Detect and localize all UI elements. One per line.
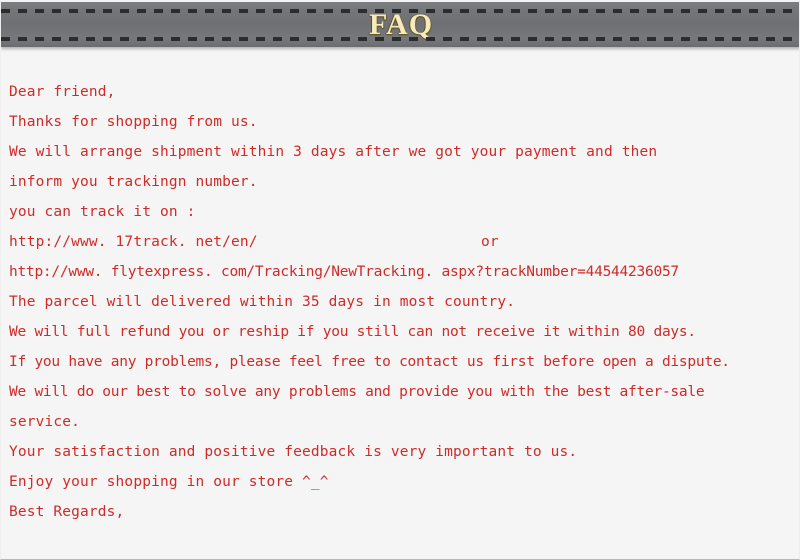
faq-line-text: If you have any problems, please feel fr… — [9, 354, 730, 370]
faq-line-text: Dear friend, — [9, 84, 116, 100]
faq-line-text: service. — [9, 414, 81, 430]
faq-text-line: service. — [9, 407, 799, 437]
faq-text-line: http://www. 17track. net/en/or — [9, 227, 799, 257]
faq-line-text: http://www. flytexpress. com/Tracking/Ne… — [9, 264, 679, 280]
faq-text-line: The parcel will delivered within 35 days… — [9, 287, 799, 317]
faq-text-line: If you have any problems, please feel fr… — [9, 347, 799, 377]
faq-line-text: We will do our best to solve any problem… — [9, 384, 705, 400]
faq-text-line: Your satisfaction and positive feedback … — [9, 437, 799, 467]
faq-line-text: Enjoy your shopping in our store ^_^ — [9, 474, 329, 490]
page-title: FAQ — [368, 8, 434, 41]
faq-line-text: The parcel will delivered within 35 days… — [9, 294, 516, 310]
faq-text-line: Thanks for shopping from us. — [9, 107, 799, 137]
faq-text-line: http://www. flytexpress. com/Tracking/Ne… — [9, 257, 799, 287]
faq-text-line: Dear friend, — [9, 77, 799, 107]
faq-line-text: Your satisfaction and positive feedback … — [9, 444, 578, 460]
faq-text-line: Best Regards, — [9, 497, 799, 527]
faq-text-line: you can track it on : — [9, 197, 799, 227]
faq-page: FAQ Dear friend, Thanks for shopping from… — [0, 0, 800, 560]
faq-line-text: Best Regards, — [9, 504, 125, 520]
faq-header-banner: FAQ — [1, 2, 799, 47]
faq-line-text: you can track it on : — [9, 204, 196, 220]
faq-line-text: Thanks for shopping from us. — [9, 114, 258, 130]
faq-text-line: We will do our best to solve any problem… — [9, 377, 799, 407]
faq-line-trailing-text: or — [481, 234, 499, 250]
faq-text-line: inform you trackingn number. — [9, 167, 799, 197]
faq-line-text: We will full refund you or reship if you… — [9, 324, 696, 340]
faq-line-text: We will arrange shipment within 3 days a… — [9, 144, 658, 160]
faq-line-text: http://www. 17track. net/en/ — [9, 234, 258, 250]
faq-body-text: Dear friend, Thanks for shopping from us.… — [1, 47, 799, 527]
faq-text-line: Enjoy your shopping in our store ^_^ — [9, 467, 799, 497]
faq-text-line: We will full refund you or reship if you… — [9, 317, 799, 347]
faq-line-text: inform you trackingn number. — [9, 174, 258, 190]
faq-text-line: We will arrange shipment within 3 days a… — [9, 137, 799, 167]
